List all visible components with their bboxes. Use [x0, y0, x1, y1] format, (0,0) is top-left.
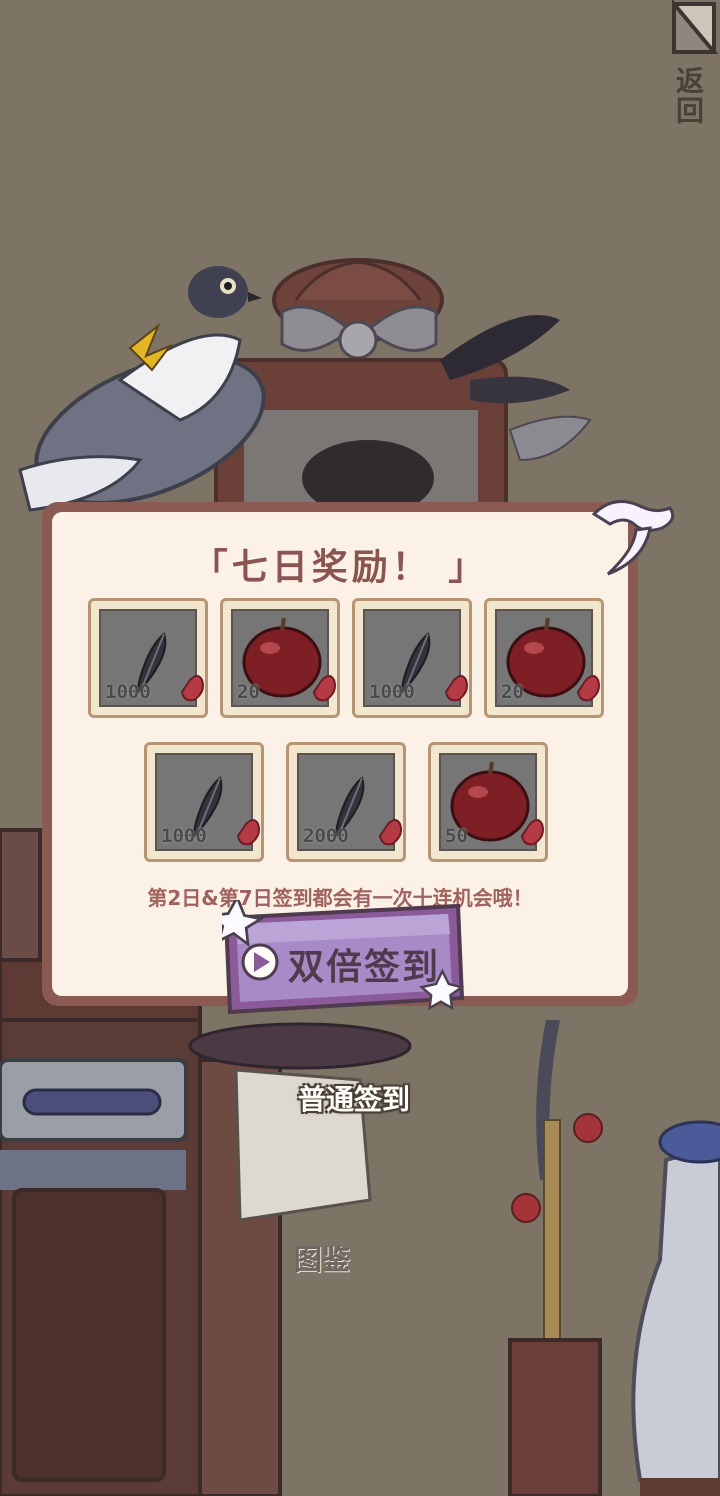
reward-quantity: 1000 [105, 681, 151, 703]
reward-slot: 1000 [88, 598, 208, 718]
reward-slot: 1000 [144, 742, 264, 862]
reward-quantity: 50 [445, 825, 468, 847]
normal-checkin-button[interactable]: 普通签到 [284, 1078, 424, 1122]
reward-quantity: 20 [237, 681, 260, 703]
reward-slot: 50 [428, 742, 548, 862]
corner-fold-icon [668, 0, 720, 60]
double-checkin-label: 双倍签到 [288, 947, 441, 988]
reward-quantity: 1000 [161, 825, 207, 847]
reward-quantity: 20 [501, 681, 524, 703]
reward-slot: 20 [220, 598, 340, 718]
reward-slot: 20 [484, 598, 604, 718]
reward-slot: 1000 [352, 598, 472, 718]
reward-slot: 2000 [286, 742, 406, 862]
back-button[interactable]: 返回 [660, 0, 720, 140]
reward-quantity: 2000 [303, 825, 349, 847]
reward-quantity: 1000 [369, 681, 415, 703]
ribbon-ornament [591, 500, 675, 576]
double-checkin-button[interactable]: 双倍签到 [206, 894, 466, 1018]
codex-button[interactable]: 图鉴 [286, 1238, 358, 1282]
panel-title: 「七日奖励！ 」 [191, 547, 489, 588]
back-label: 返回 [672, 66, 705, 126]
